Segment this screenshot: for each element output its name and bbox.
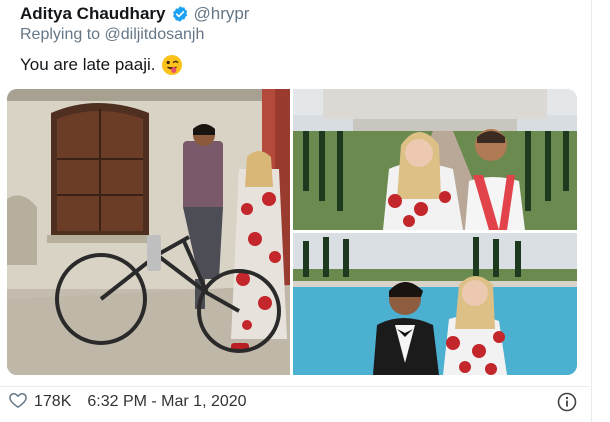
info-icon[interactable]	[557, 392, 577, 412]
tweet-text-body: You are late paaji.	[20, 55, 156, 74]
like-count: 178K	[34, 393, 72, 410]
photo-taj-mahal-scarf[interactable]	[293, 89, 577, 230]
heart-icon	[8, 390, 28, 415]
winking-face-with-tongue-emoji-icon	[161, 54, 183, 76]
author-name[interactable]: Aditya Chaudhary	[20, 4, 165, 24]
reply-prefix: Replying to	[20, 26, 101, 43]
photo-taj-mahal-pool[interactable]	[293, 233, 577, 375]
tweet-footer: 178K 6:32 PM - Mar 1, 2020	[8, 391, 247, 413]
photo-bicycle[interactable]	[7, 89, 290, 375]
page-edge-divider	[591, 0, 592, 422]
reply-context: Replying to @diljitdosanjh	[20, 26, 204, 44]
tweet-media-grid	[7, 89, 577, 375]
tweet-text: You are late paaji.	[20, 54, 183, 76]
tweet: Aditya Chaudhary @hrypr Replying to @dil…	[0, 0, 590, 422]
like-button[interactable]: 178K	[8, 390, 71, 415]
footer-divider	[0, 386, 590, 387]
reply-mention-link[interactable]: @diljitdosanjh	[105, 26, 205, 43]
author-handle[interactable]: @hrypr	[193, 4, 249, 24]
verified-badge-icon	[171, 5, 189, 23]
tweet-timestamp[interactable]: 6:32 PM - Mar 1, 2020	[87, 393, 246, 411]
tweet-header: Aditya Chaudhary @hrypr	[20, 4, 249, 24]
